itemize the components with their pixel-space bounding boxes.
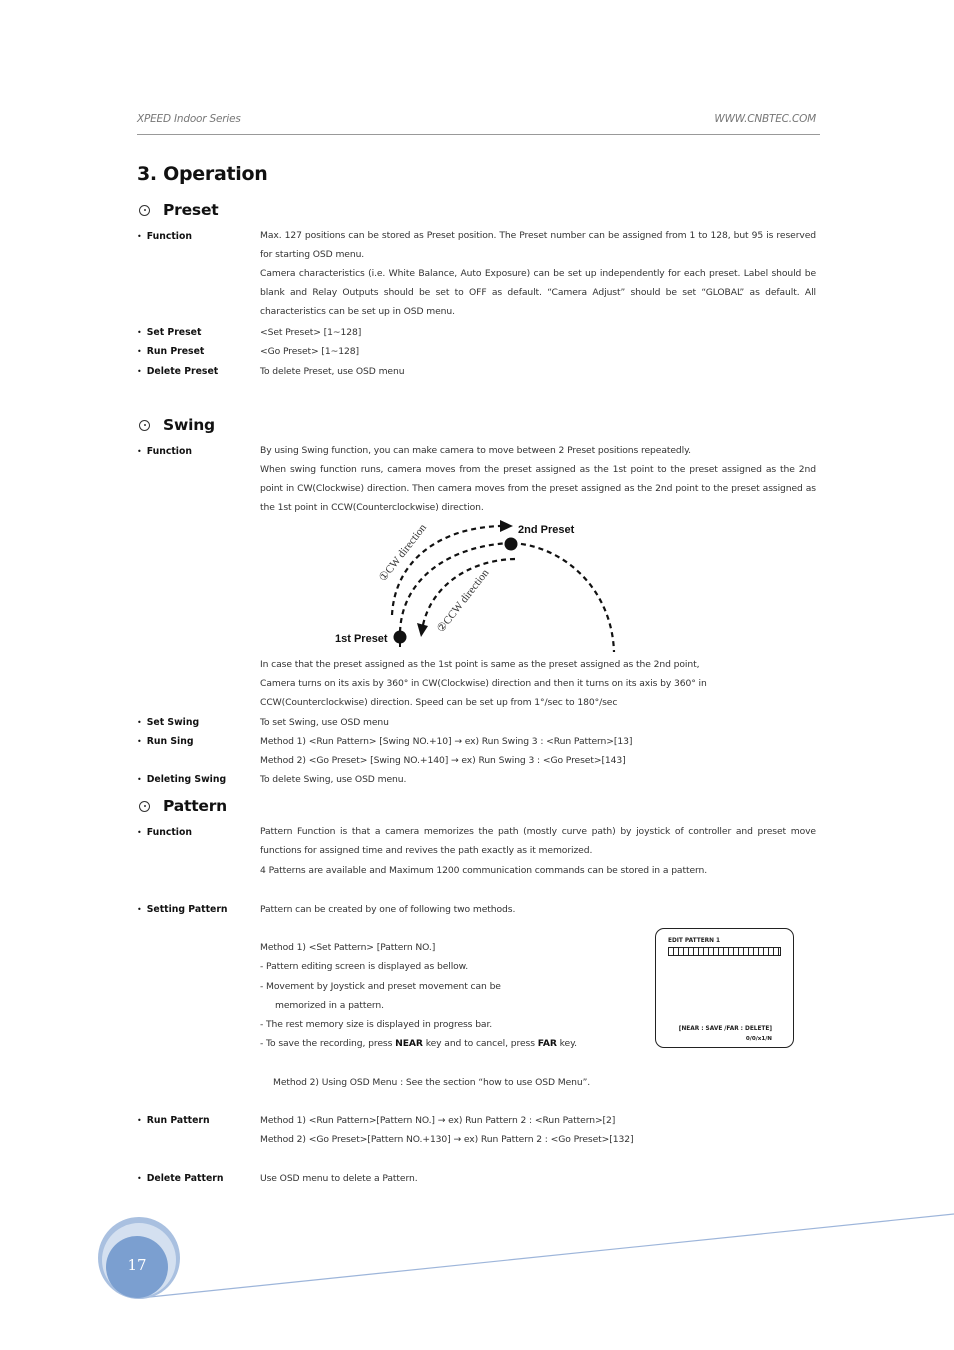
osd-key-hint: [NEAR : SAVE /FAR : DELETE]	[678, 1026, 772, 1032]
footer-decoration	[98, 1213, 954, 1299]
near-key: NEAR	[395, 1038, 423, 1049]
method1-step-2a: - Movement by Joystick and preset moveme…	[260, 981, 501, 992]
preset-function-text-2: Camera characteristics (i.e. White Balan…	[260, 268, 816, 318]
pattern-function-label: Function	[137, 827, 192, 838]
preset-function-text-1: Max. 127 positions can be stored as Pres…	[260, 230, 816, 261]
ccw-arrowhead	[417, 623, 428, 637]
set-preset-label: Set Preset	[137, 327, 202, 338]
method1-step-3: - The rest memory size is displayed in p…	[260, 1019, 493, 1030]
osd-title: EDIT PATTERN 1	[668, 938, 721, 944]
osd-counter: 0/0/x1/N	[745, 1036, 772, 1042]
swing-function-label: Function	[137, 446, 192, 457]
delete-swing-label: Deleting Swing	[137, 774, 226, 785]
pattern-function-text-2: 4 Patterns are available and Maximum 120…	[260, 865, 708, 876]
delete-preset-text: To delete Preset, use OSD menu	[260, 366, 405, 377]
page-number: 17	[127, 1256, 147, 1274]
header-series-title: XPEED Indoor Series	[137, 113, 241, 125]
first-preset-label: 1st Preset	[335, 633, 388, 645]
set-swing-text: To set Swing, use OSD menu	[260, 717, 389, 728]
method1-step-1: - Pattern editing screen is displayed as…	[260, 961, 469, 972]
preset-function-label: Function	[137, 231, 192, 242]
swing-function-text-2: When swing function runs, camera moves f…	[260, 464, 816, 514]
osd-memory-progress-bar	[668, 947, 781, 956]
delete-pattern-text: Use OSD menu to delete a Pattern.	[260, 1173, 418, 1184]
header-divider	[137, 134, 820, 135]
section-title: Swing	[163, 416, 215, 434]
swing-function-text-1: By using Swing function, you can make ca…	[260, 445, 691, 456]
cw-arrowhead	[500, 520, 513, 532]
far-key: FAR	[537, 1038, 557, 1049]
method2-text: Method 2) Using OSD Menu : See the secti…	[273, 1077, 591, 1088]
circle-dot-icon	[139, 204, 150, 216]
method1-step-2b: memorized in a pattern.	[275, 1000, 384, 1011]
run-pattern-method-1: Method 1) <Run Pattern>[Pattern NO.] → e…	[260, 1115, 616, 1126]
circle-dot-icon	[139, 419, 150, 431]
delete-swing-text: To delete Swing, use OSD menu.	[260, 774, 407, 785]
method1-step-4: - To save the recording, press NEAR key …	[260, 1038, 577, 1049]
right-arc	[511, 541, 616, 653]
delete-preset-label: Delete Preset	[137, 366, 219, 377]
second-preset-label: 2nd Preset	[518, 524, 575, 536]
osd-edit-pattern-screen: EDIT PATTERN 1 [NEAR : SAVE /FAR : DELET…	[655, 928, 794, 1048]
run-swing-method-2: Method 2) <Go Preset> [Swing NO.+140] → …	[260, 755, 626, 766]
footer-swoosh-line	[139, 1213, 954, 1299]
second-preset-point	[504, 537, 518, 551]
header-website: WWW.CNBTEC.COM	[714, 113, 816, 125]
section-title: Preset	[163, 201, 219, 219]
delete-pattern-label: Delete Pattern	[137, 1173, 224, 1184]
setting-pattern-text: Pattern can be created by one of followi…	[260, 904, 516, 915]
section-heading-swing: Swing	[137, 416, 215, 434]
run-swing-method-1: Method 1) <Run Pattern> [Swing NO.+10] →…	[260, 736, 633, 747]
run-swing-label: Run Sing	[137, 736, 194, 747]
run-preset-text: <Go Preset> [1~128]	[260, 346, 359, 357]
run-pattern-method-2: Method 2) <Go Preset>[Pattern NO.+130] →…	[260, 1134, 634, 1145]
cw-direction-label: ①CW direction	[377, 522, 429, 584]
run-preset-label: Run Preset	[137, 346, 205, 357]
section-title: Pattern	[163, 797, 228, 815]
swing-diagram: 2nd Preset 1st Preset ①CW direction ②CCW…	[335, 520, 616, 653]
circle-dot-icon	[139, 800, 150, 812]
ccw-direction-label: ②CCW direction	[435, 567, 492, 635]
pattern-function-text-1: Pattern Function is that a camera memori…	[260, 826, 816, 857]
section-heading-preset: Preset	[137, 201, 219, 219]
chapter-title: 3. Operation	[137, 163, 268, 185]
method1-title: Method 1) <Set Pattern> [Pattern NO.]	[260, 942, 436, 953]
set-swing-label: Set Swing	[137, 717, 199, 728]
set-preset-text: <Set Preset> [1~128]	[260, 327, 362, 338]
run-pattern-label: Run Pattern	[137, 1115, 210, 1126]
swing-same-point-3: CCW(Counterclockwise) direction. Speed c…	[260, 697, 618, 708]
section-heading-pattern: Pattern	[137, 797, 227, 815]
setting-pattern-label: Setting Pattern	[137, 904, 228, 915]
swing-same-point-1: In case that the preset assigned as the …	[260, 659, 700, 670]
swing-same-point-2: Camera turns on its axis by 360° in CW(C…	[260, 678, 707, 689]
